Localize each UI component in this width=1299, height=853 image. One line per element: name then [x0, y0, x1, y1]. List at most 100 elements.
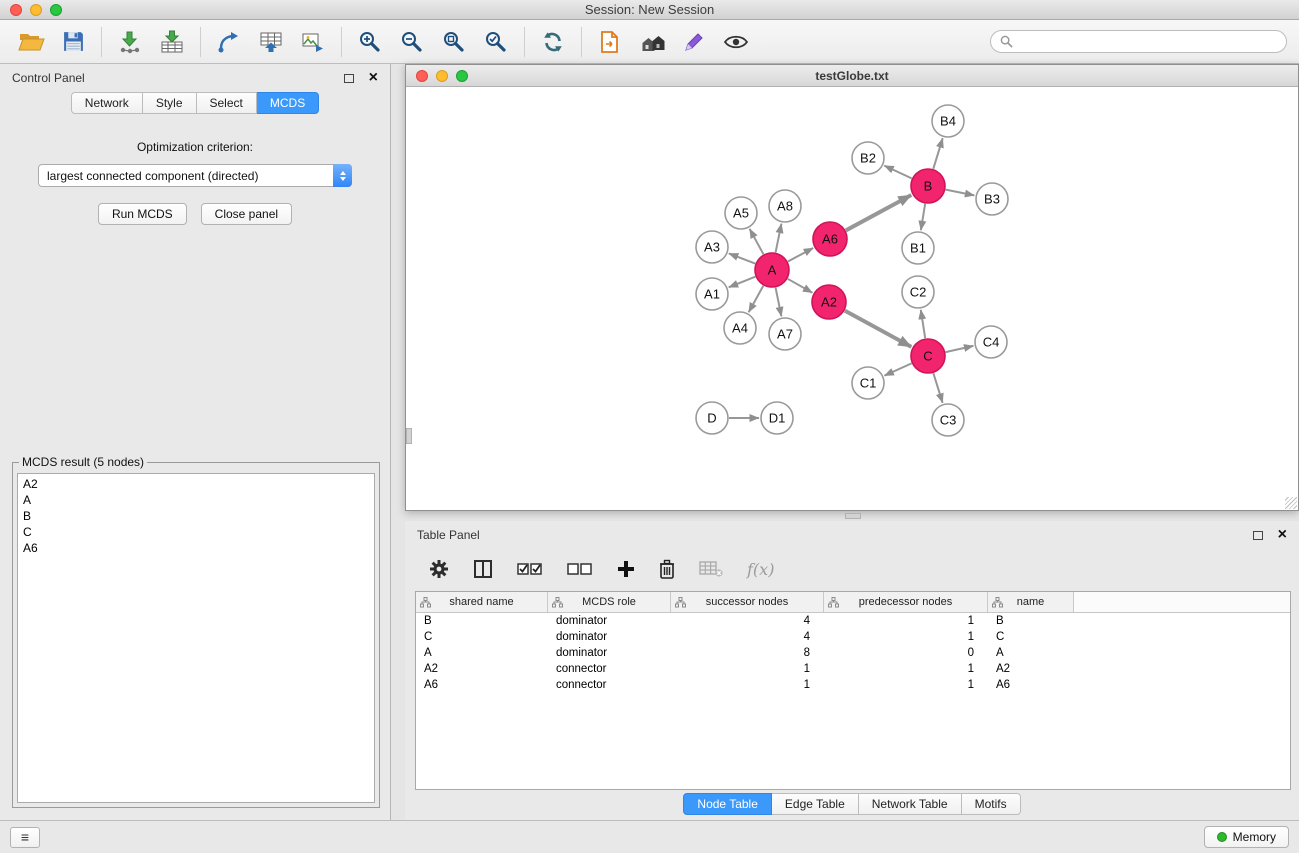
- graph-node-A6[interactable]: A6: [813, 222, 847, 256]
- graph-node-C3[interactable]: C3: [932, 404, 964, 436]
- dropdown-stepper-icon[interactable]: [333, 164, 352, 187]
- graph-edge-A-A8[interactable]: [776, 224, 782, 253]
- table-row[interactable]: A6connector11A6: [416, 677, 1290, 693]
- network-graph[interactable]: B4B2BB3A5A8A6B1A3AC2A1A2A4A7C4CC1C3DD1: [406, 87, 1298, 510]
- graph-edge-C-C4[interactable]: [946, 346, 974, 352]
- table-tab-motifs[interactable]: Motifs: [962, 793, 1021, 815]
- graph-node-C2[interactable]: C2: [902, 276, 934, 308]
- save-session-button[interactable]: [52, 24, 94, 60]
- graph-node-A1[interactable]: A1: [696, 278, 728, 310]
- column-header-successor-nodes[interactable]: successor nodes: [671, 592, 824, 612]
- minimize-window-icon[interactable]: [30, 4, 42, 16]
- result-item[interactable]: B: [23, 508, 369, 524]
- graph-node-C4[interactable]: C4: [975, 326, 1007, 358]
- table-row[interactable]: Adominator80A: [416, 645, 1290, 661]
- network-minimize-icon[interactable]: [436, 70, 448, 82]
- result-item[interactable]: A: [23, 492, 369, 508]
- resize-grip[interactable]: [1285, 497, 1297, 509]
- export-table-button[interactable]: [250, 24, 292, 60]
- network-maximize-icon[interactable]: [456, 70, 468, 82]
- column-header-MCDS-role[interactable]: MCDS role: [548, 592, 671, 612]
- table-tab-node-table[interactable]: Node Table: [683, 793, 772, 815]
- graph-edge-C-C2[interactable]: [921, 310, 925, 338]
- graph-node-A2[interactable]: A2: [812, 285, 846, 319]
- network-overview-button[interactable]: [631, 24, 673, 60]
- float-table-panel-icon[interactable]: [1253, 531, 1263, 540]
- graph-edge-A-A3[interactable]: [729, 253, 755, 263]
- delete-column-button[interactable]: [659, 551, 675, 587]
- graph-node-A7[interactable]: A7: [769, 318, 801, 350]
- splitter-handle-vertical[interactable]: [406, 428, 412, 444]
- close-panel-icon[interactable]: ×: [369, 70, 378, 86]
- graph-edge-A-A2[interactable]: [788, 279, 813, 293]
- graph-node-A8[interactable]: A8: [769, 190, 801, 222]
- zoom-fit-button[interactable]: [433, 24, 475, 60]
- graph-node-C[interactable]: C: [911, 339, 945, 373]
- table-row[interactable]: A2connector11A2: [416, 661, 1290, 677]
- column-header-predecessor-nodes[interactable]: predecessor nodes: [824, 592, 988, 612]
- mcds-result-list[interactable]: A2ABCA6: [17, 473, 375, 803]
- graph-node-B1[interactable]: B1: [902, 232, 934, 264]
- graph-node-D1[interactable]: D1: [761, 402, 793, 434]
- network-canvas[interactable]: B4B2BB3A5A8A6B1A3AC2A1A2A4A7C4CC1C3DD1: [406, 87, 1298, 510]
- graph-node-B[interactable]: B: [911, 169, 945, 203]
- network-close-icon[interactable]: [416, 70, 428, 82]
- table-row[interactable]: Cdominator41C: [416, 629, 1290, 645]
- deselect-all-rows-button[interactable]: [567, 551, 593, 587]
- column-header-name[interactable]: name: [988, 592, 1074, 612]
- search-box[interactable]: [990, 30, 1287, 53]
- tab-style[interactable]: Style: [143, 92, 197, 114]
- table-row[interactable]: Bdominator41B: [416, 613, 1290, 629]
- graph-edge-B-B2[interactable]: [884, 166, 911, 179]
- table-tab-network-table[interactable]: Network Table: [859, 793, 962, 815]
- graph-node-B2[interactable]: B2: [852, 142, 884, 174]
- graph-node-D[interactable]: D: [696, 402, 728, 434]
- run-mcds-button[interactable]: Run MCDS: [98, 203, 187, 225]
- task-history-button[interactable]: ≡: [10, 827, 40, 848]
- float-panel-icon[interactable]: [344, 74, 354, 83]
- column-header-shared-name[interactable]: shared name: [416, 592, 548, 612]
- function-builder-button[interactable]: f(x): [747, 560, 774, 579]
- result-item[interactable]: A2: [23, 476, 369, 492]
- refresh-layout-button[interactable]: [532, 24, 574, 60]
- import-table-button[interactable]: [151, 24, 193, 60]
- graph-node-A4[interactable]: A4: [724, 312, 756, 344]
- graph-node-A[interactable]: A: [755, 253, 789, 287]
- close-window-icon[interactable]: [10, 4, 22, 16]
- search-input[interactable]: [1018, 35, 1277, 49]
- network-window-titlebar[interactable]: testGlobe.txt: [406, 65, 1298, 87]
- tab-select[interactable]: Select: [197, 92, 257, 114]
- close-table-panel-icon[interactable]: ×: [1278, 527, 1287, 543]
- select-all-rows-button[interactable]: [517, 551, 543, 587]
- tab-network[interactable]: Network: [71, 92, 143, 114]
- graph-edge-A-A1[interactable]: [729, 277, 756, 288]
- result-item[interactable]: A6: [23, 540, 369, 556]
- optimization-criterion-select[interactable]: largest connected component (directed): [38, 164, 352, 187]
- graph-node-A5[interactable]: A5: [725, 197, 757, 229]
- graph-edge-B-B1[interactable]: [921, 204, 925, 230]
- splitter-handle-horizontal[interactable]: [845, 513, 861, 519]
- close-panel-button[interactable]: Close panel: [201, 203, 292, 225]
- add-column-button[interactable]: [617, 551, 635, 587]
- table-tab-edge-table[interactable]: Edge Table: [772, 793, 859, 815]
- graph-edge-C-C3[interactable]: [933, 373, 942, 403]
- zoom-selected-button[interactable]: [475, 24, 517, 60]
- graph-edge-B-B4[interactable]: [933, 138, 942, 169]
- import-network-button[interactable]: [109, 24, 151, 60]
- graphics-details-button[interactable]: [715, 24, 757, 60]
- graph-edge-B-B3[interactable]: [946, 190, 975, 196]
- graph-node-B4[interactable]: B4: [932, 105, 964, 137]
- table-settings-button[interactable]: [429, 551, 449, 587]
- zoom-out-button[interactable]: [391, 24, 433, 60]
- graph-edge-A-A7[interactable]: [776, 288, 782, 317]
- graph-node-A3[interactable]: A3: [696, 231, 728, 263]
- graph-node-B3[interactable]: B3: [976, 183, 1008, 215]
- graph-edge-A2-C[interactable]: [845, 311, 912, 347]
- export-image-button[interactable]: [292, 24, 334, 60]
- tab-mcds[interactable]: MCDS: [257, 92, 319, 114]
- zoom-in-button[interactable]: [349, 24, 391, 60]
- memory-button[interactable]: Memory: [1204, 826, 1289, 848]
- graph-edge-A-A6[interactable]: [788, 248, 813, 262]
- graph-edge-A6-B[interactable]: [846, 195, 911, 230]
- result-item[interactable]: C: [23, 524, 369, 540]
